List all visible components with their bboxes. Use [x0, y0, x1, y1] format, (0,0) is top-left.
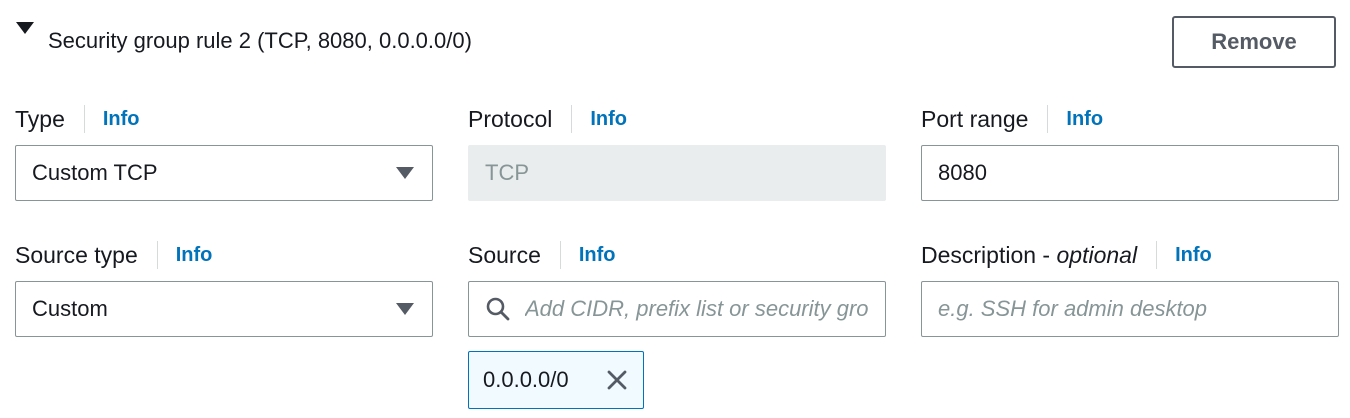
source-token: 0.0.0.0/0 [468, 351, 644, 409]
description-input[interactable] [938, 296, 1322, 322]
close-icon[interactable] [605, 368, 629, 392]
source-type-field: Source type Info Custom [15, 238, 433, 337]
caret-down-icon[interactable] [16, 22, 34, 34]
type-field: Type Info Custom TCP [15, 102, 433, 201]
source-type-info-link[interactable]: Info [176, 244, 213, 267]
protocol-label: Protocol [468, 105, 553, 132]
description-field: Description - optional Info [921, 238, 1339, 337]
protocol-field: Protocol Info TCP [468, 102, 886, 201]
source-token-label: 0.0.0.0/0 [483, 367, 569, 392]
divider [1156, 241, 1158, 269]
search-icon [486, 297, 510, 321]
source-search-input[interactable] [525, 296, 869, 322]
port-range-field: Port range Info 8080 [921, 102, 1339, 201]
type-label: Type [15, 105, 65, 132]
rule-title[interactable]: Security group rule 2 (TCP, 8080, 0.0.0.… [48, 28, 472, 54]
port-range-info-link[interactable]: Info [1066, 108, 1103, 131]
divider [571, 105, 573, 133]
source-type-select[interactable]: Custom [15, 281, 433, 337]
divider [83, 105, 85, 133]
chevron-down-icon [396, 303, 414, 315]
description-info-link[interactable]: Info [1175, 244, 1212, 267]
rule-header: Security group rule 2 (TCP, 8080, 0.0.0.… [14, 16, 1336, 68]
divider [1047, 105, 1049, 133]
divider [559, 241, 561, 269]
description-box[interactable] [921, 281, 1339, 337]
type-select[interactable]: Custom TCP [15, 145, 433, 201]
remove-button[interactable]: Remove [1172, 16, 1336, 68]
source-label: Source [468, 241, 541, 268]
protocol-value: TCP [485, 160, 529, 185]
protocol-input: TCP [468, 145, 886, 201]
chevron-down-icon [396, 167, 414, 179]
source-type-value: Custom [32, 296, 108, 321]
optional-label: optional [1056, 241, 1138, 268]
type-info-link[interactable]: Info [103, 108, 140, 131]
source-info-link[interactable]: Info [579, 244, 616, 267]
source-field: Source Info [468, 238, 886, 337]
port-range-value: 8080 [938, 160, 987, 185]
divider [156, 241, 158, 269]
source-type-label: Source type [15, 241, 138, 268]
type-select-value: Custom TCP [32, 160, 158, 185]
description-label: Description - optional [921, 242, 1137, 269]
port-range-label: Port range [921, 105, 1029, 132]
protocol-info-link[interactable]: Info [590, 108, 627, 131]
description-label-text: Description - [921, 241, 1057, 268]
source-search-box[interactable] [468, 281, 886, 337]
port-range-input[interactable]: 8080 [921, 145, 1339, 201]
